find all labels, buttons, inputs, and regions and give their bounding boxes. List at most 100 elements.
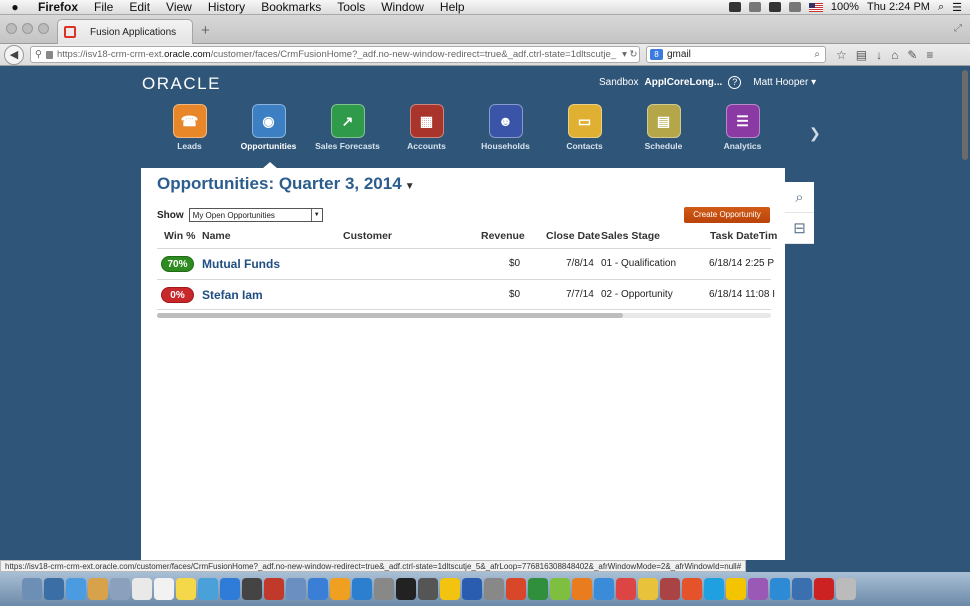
cyberduck-icon[interactable] [726, 578, 746, 600]
menu-file[interactable]: File [86, 0, 121, 14]
identity-icon[interactable]: ⚲ [35, 49, 42, 60]
powerpoint-icon[interactable] [506, 578, 526, 600]
mail-icon[interactable] [88, 578, 108, 600]
addon-icon[interactable]: ✎ [907, 48, 917, 62]
app-store-icon[interactable] [352, 578, 372, 600]
minimize-window-icon[interactable] [22, 23, 33, 34]
launcher-analytics[interactable]: ☰ Analytics [703, 100, 782, 151]
downloads-icon[interactable]: ↓ [876, 48, 882, 62]
volume-icon[interactable] [788, 2, 801, 12]
sandbox-name[interactable]: AppICoreLong... [644, 77, 722, 88]
menu-edit[interactable]: Edit [121, 0, 158, 14]
opportunity-name-link[interactable]: Stefan Iam [202, 288, 263, 302]
new-tab-icon[interactable]: + [201, 22, 210, 39]
home-icon[interactable]: ⌂ [891, 48, 898, 62]
clock[interactable]: Thu 2:24 PM [867, 1, 930, 13]
camera-icon[interactable] [728, 2, 741, 12]
col-header-revenue[interactable]: Revenue [481, 230, 525, 242]
wifi-icon[interactable] [768, 2, 781, 12]
facetime-icon[interactable] [242, 578, 262, 600]
apple-menu-icon[interactable]: ● [0, 0, 30, 14]
notes-icon[interactable] [638, 578, 658, 600]
reload-icon[interactable]: ▾ ↻ [616, 49, 639, 60]
sunflower-icon[interactable] [440, 578, 460, 600]
show-select[interactable]: My Open Opportunities ▼ [188, 208, 323, 222]
opportunity-name-link[interactable]: Mutual Funds [202, 257, 280, 271]
bookmark-star-icon[interactable]: ☆ [836, 48, 847, 62]
firefox-dock-icon[interactable] [682, 578, 702, 600]
menu-help[interactable]: Help [432, 0, 473, 14]
launcher-sales-forecasts[interactable]: ↗ Sales Forecasts [308, 100, 387, 151]
launcher-contacts[interactable]: ▭ Contacts [545, 100, 624, 151]
itunes-icon[interactable] [308, 578, 328, 600]
google-search-icon[interactable]: 8 [650, 49, 663, 60]
menu-app-name[interactable]: Firefox [30, 0, 86, 14]
launcher-schedule[interactable]: ▤ Schedule [624, 100, 703, 151]
create-opportunity-button[interactable]: Create Opportunity [684, 207, 770, 223]
spotlight-icon[interactable]: ⌕ [938, 1, 944, 14]
menu-view[interactable]: View [158, 0, 200, 14]
reading-list-icon[interactable]: ▤ [856, 48, 867, 62]
us-flag-icon[interactable] [808, 2, 823, 12]
launcher-households[interactable]: ☻ Households [466, 100, 545, 151]
scrollbar-thumb[interactable] [157, 313, 623, 318]
close-window-icon[interactable] [6, 23, 17, 34]
back-button[interactable]: ◀ [4, 44, 24, 65]
col-header-close-date[interactable]: Close Date [546, 230, 600, 242]
launcher-accounts[interactable]: ▦ Accounts [387, 100, 466, 151]
word-icon[interactable] [462, 578, 482, 600]
menu-tools[interactable]: Tools [329, 0, 373, 14]
browser-tab[interactable]: Fusion Applications [57, 19, 193, 44]
utility-icon[interactable] [660, 578, 680, 600]
trash-icon[interactable] [836, 578, 856, 600]
col-header-sales-stage[interactable]: Sales Stage [601, 230, 660, 242]
col-header-task-date[interactable]: Task DateTim [710, 230, 777, 242]
outlook-icon[interactable] [572, 578, 592, 600]
col-header-customer[interactable]: Customer [343, 230, 392, 242]
page-title[interactable]: Opportunities: Quarter 3, 2014 ▼ [157, 174, 415, 194]
launcher-opportunities[interactable]: ◉ Opportunities [229, 100, 308, 151]
page-scrollbar[interactable] [962, 70, 968, 160]
acrobat-icon[interactable] [616, 578, 636, 600]
firefox-icon[interactable] [330, 578, 350, 600]
search-icon[interactable]: ⌕ [785, 182, 814, 213]
menu-window[interactable]: Window [373, 0, 432, 14]
panel-collapse-icon[interactable]: ⊟ [785, 213, 814, 244]
calendar-icon[interactable] [132, 578, 152, 600]
screenshot-icon[interactable] [418, 578, 438, 600]
oracle-logo[interactable]: ORACLE [142, 74, 221, 94]
battery-percent[interactable]: 100% [831, 1, 859, 13]
textedit-icon[interactable] [154, 578, 174, 600]
photo-booth-icon[interactable] [264, 578, 284, 600]
fullscreen-icon[interactable]: ⤢ [954, 23, 962, 34]
dashboard-icon[interactable] [44, 578, 64, 600]
menu-history[interactable]: History [200, 0, 253, 14]
downloads-stack-icon[interactable] [792, 578, 812, 600]
search-bar[interactable]: 8 gmail ⌕ [646, 46, 826, 63]
pages-icon[interactable] [484, 578, 504, 600]
chrome-icon[interactable] [594, 578, 614, 600]
preview-icon[interactable] [110, 578, 130, 600]
stickies-icon[interactable] [176, 578, 196, 600]
help-icon[interactable]: ? [728, 76, 742, 89]
finder-icon[interactable] [22, 578, 42, 600]
excel-icon[interactable] [528, 578, 548, 600]
skype-icon[interactable] [220, 578, 240, 600]
search-icon[interactable]: ⌕ [814, 49, 825, 60]
skype-dock-icon[interactable] [704, 578, 724, 600]
col-header-name[interactable]: Name [202, 230, 231, 242]
dropbox-icon[interactable] [748, 2, 761, 12]
menu-icon[interactable]: ≡ [926, 48, 933, 62]
launcher-leads[interactable]: ☎ Leads [150, 100, 229, 151]
menu-bookmarks[interactable]: Bookmarks [253, 0, 329, 14]
messages-icon[interactable] [198, 578, 218, 600]
user-menu[interactable]: Matt Hooper ▾ [753, 77, 816, 88]
launcher-next-icon[interactable]: ❯ [809, 125, 821, 142]
table-horizontal-scrollbar[interactable] [157, 313, 771, 318]
system-preferences-icon[interactable] [374, 578, 394, 600]
terminal-icon[interactable] [396, 578, 416, 600]
zoom-window-icon[interactable] [38, 23, 49, 34]
eclipse-icon[interactable] [748, 578, 768, 600]
notification-icon[interactable]: ☰ [952, 1, 962, 14]
iphoto-icon[interactable] [286, 578, 306, 600]
